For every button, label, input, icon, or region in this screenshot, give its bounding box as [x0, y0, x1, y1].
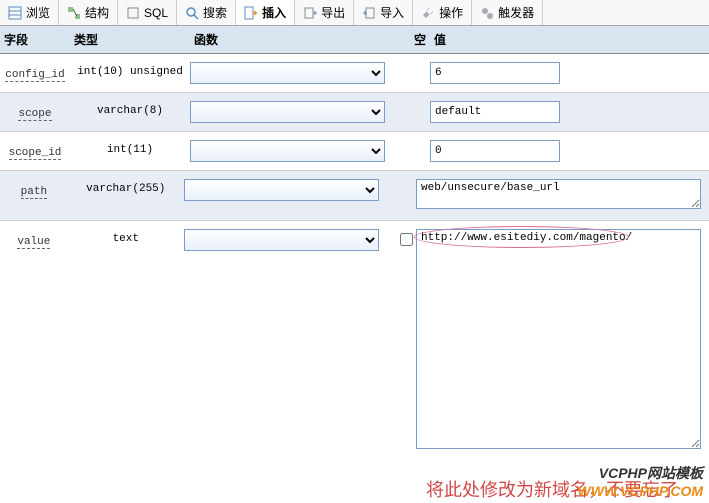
watermark-line2: WWW.VCPHP.COM: [578, 483, 703, 499]
header-null: 空: [410, 29, 430, 50]
tab-browse[interactable]: 浏览: [0, 0, 59, 25]
function-select[interactable]: [190, 140, 385, 162]
tab-label: 浏览: [26, 4, 50, 21]
function-select[interactable]: [190, 62, 385, 84]
tab-label: 结构: [85, 4, 109, 21]
table-icon: [8, 6, 22, 20]
watermark: VCPHP网站模板 WWW.VCPHP.COM: [578, 463, 703, 499]
wrench-icon: [421, 6, 435, 20]
export-icon: [303, 6, 317, 20]
field-type: int(10) unsigned: [70, 62, 190, 78]
tab-label: 导入: [380, 4, 404, 21]
field-row: config_id int(10) unsigned: [0, 54, 709, 93]
header-field: 字段: [0, 29, 70, 50]
tab-search[interactable]: 搜索: [177, 0, 236, 25]
tab-export[interactable]: 导出: [295, 0, 354, 25]
tab-triggers[interactable]: 触发器: [472, 0, 543, 25]
field-row: value text http://www.esitediy.com/magen…: [0, 221, 709, 503]
field-type: int(11): [70, 140, 190, 156]
function-select[interactable]: [184, 229, 379, 251]
field-row: path varchar(255) web/unsecure/base_url: [0, 171, 709, 221]
value-input[interactable]: [430, 101, 560, 123]
tab-label: 搜索: [203, 4, 227, 21]
header-type: 类型: [70, 29, 190, 50]
tab-label: SQL: [144, 6, 168, 20]
field-name: path: [0, 179, 68, 198]
tab-label: 导出: [321, 4, 345, 21]
watermark-line1: VCPHP网站模板: [578, 463, 703, 483]
field-type: text: [68, 229, 184, 245]
insert-icon: [244, 6, 258, 20]
value-textarea[interactable]: web/unsecure/base_url: [416, 179, 701, 209]
value-input[interactable]: [430, 62, 560, 84]
field-name: scope_id: [0, 140, 70, 159]
search-icon: [185, 6, 199, 20]
tab-structure[interactable]: 结构: [59, 0, 118, 25]
trigger-icon: [480, 6, 494, 20]
structure-icon: [67, 6, 81, 20]
sql-icon: [126, 6, 140, 20]
field-row: scope_id int(11): [0, 132, 709, 171]
field-type: varchar(8): [70, 101, 190, 117]
value-textarea[interactable]: http://www.esitediy.com/magento/: [416, 229, 701, 449]
header-func: 函数: [190, 29, 410, 50]
field-type: varchar(255): [68, 179, 184, 195]
tab-label: 插入: [262, 4, 286, 21]
function-select[interactable]: [190, 101, 385, 123]
field-name: scope: [0, 101, 70, 120]
tab-label: 操作: [439, 4, 463, 21]
column-headers: 字段 类型 函数 空 值: [0, 26, 709, 54]
tab-import[interactable]: 导入: [354, 0, 413, 25]
tab-sql[interactable]: SQL: [118, 0, 177, 25]
header-val: 值: [430, 29, 709, 50]
field-name: config_id: [0, 62, 70, 81]
tab-label: 触发器: [498, 4, 534, 21]
value-input[interactable]: [430, 140, 560, 162]
tab-operations[interactable]: 操作: [413, 0, 472, 25]
field-row: scope varchar(8): [0, 93, 709, 132]
null-checkbox[interactable]: [400, 233, 413, 246]
tab-insert[interactable]: 插入: [236, 0, 295, 25]
function-select[interactable]: [184, 179, 379, 201]
import-icon: [362, 6, 376, 20]
tab-bar: 浏览 结构 SQL 搜索 插入 导出 导入 操作 触发器: [0, 0, 709, 26]
field-name: value: [0, 229, 68, 248]
